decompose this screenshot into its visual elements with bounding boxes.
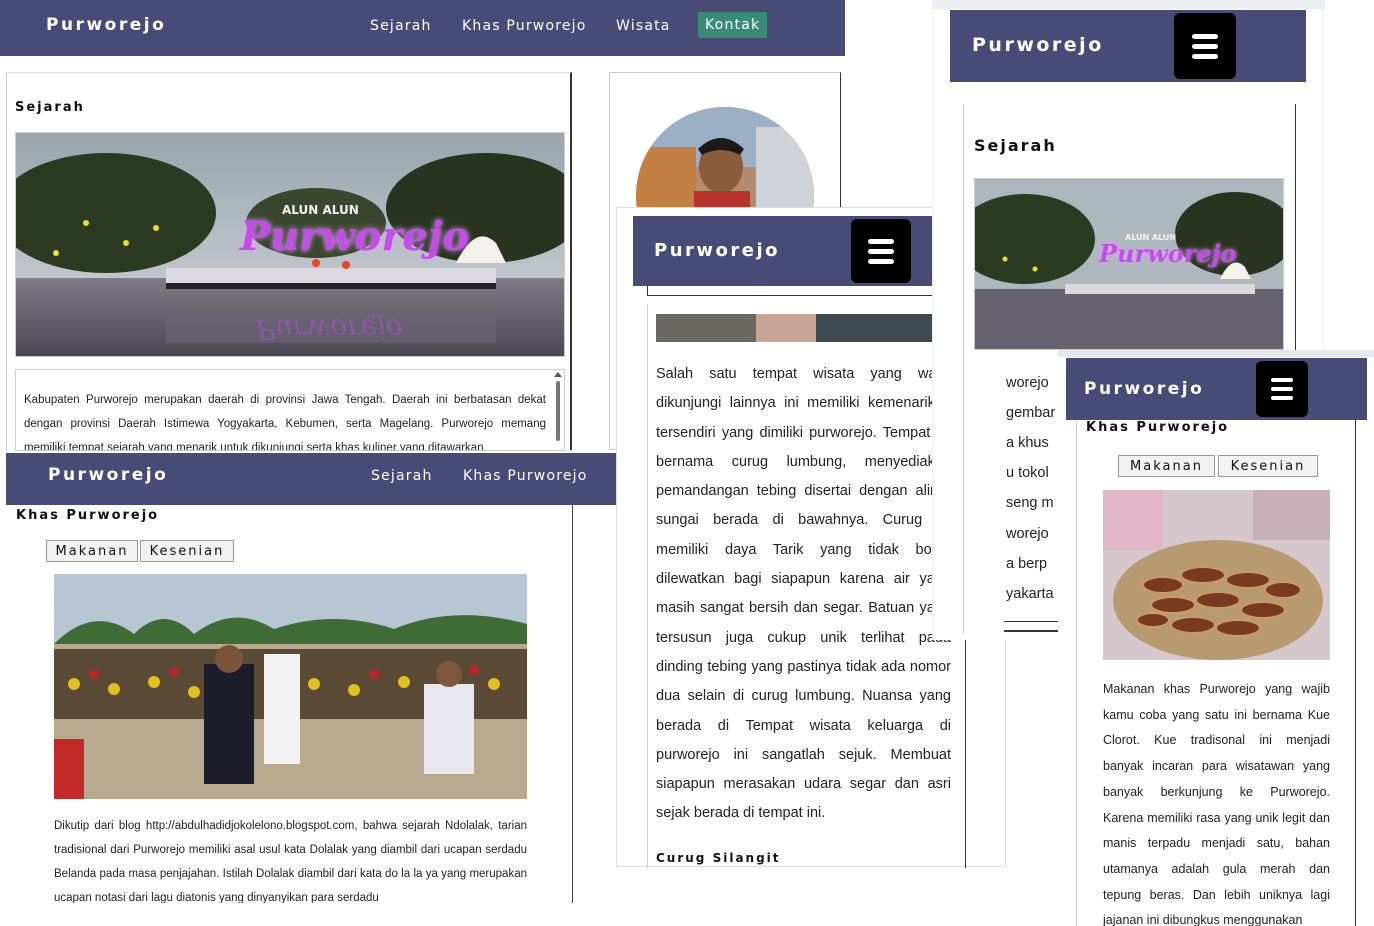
hamburger-menu-icon[interactable] bbox=[1174, 13, 1236, 79]
alun-alun-sign-name: Purworejo bbox=[240, 213, 470, 260]
alun-alun-image: ALUN ALUN Purworejo Purworejo bbox=[15, 132, 565, 357]
partial-line-2: gembar bbox=[1006, 405, 1056, 421]
nav-link-sejarah[interactable]: Sejarah bbox=[370, 18, 432, 34]
screenshot-mobile-makanan: Purworejo Khas Purworejo Makanan Kesenia… bbox=[1058, 350, 1374, 926]
tab-kesenian[interactable]: Kesenian bbox=[140, 540, 234, 562]
card-edge bbox=[647, 286, 966, 296]
section-title-khas: Khas Purworejo bbox=[16, 508, 160, 523]
alun-alun-sign-name: Purworejo bbox=[1099, 239, 1237, 268]
kesenian-paragraph: Dikutip dari blog http://abdulhadidjokol… bbox=[54, 820, 527, 903]
nav-link-khas[interactable]: Khas Purworejo bbox=[462, 18, 587, 34]
sejarah-paragraph: Kabupaten Purworejo merupakan daerah di … bbox=[24, 394, 546, 451]
curug-photo bbox=[656, 314, 951, 342]
makanan-image bbox=[1103, 490, 1330, 660]
divider-line bbox=[1004, 630, 1058, 632]
section-title-sejarah: Sejarah bbox=[15, 100, 85, 115]
brand-logo[interactable]: Purworejo bbox=[46, 15, 166, 35]
partial-line-5: seng m bbox=[1006, 495, 1054, 511]
nav-link-kontak[interactable]: Kontak bbox=[698, 12, 768, 38]
card-border-right bbox=[572, 505, 573, 903]
mobile-navbar: Purworejo bbox=[950, 10, 1306, 82]
makanan-paragraph: Makanan khas Purworejo yang wajib kamu c… bbox=[1103, 682, 1330, 926]
tab-makanan[interactable]: Makanan bbox=[1118, 455, 1215, 477]
partial-line-3: a khus bbox=[1006, 435, 1049, 451]
partial-line-7: a berp bbox=[1006, 556, 1048, 572]
tab-makanan[interactable]: Makanan bbox=[46, 540, 138, 562]
section-title-khas: Khas Purworejo bbox=[1086, 420, 1230, 435]
alun-alun-reflection: Purworejo bbox=[256, 313, 403, 346]
nav-link-sejarah[interactable]: Sejarah bbox=[371, 468, 433, 484]
navbar: Purworejo Sejarah Khas Purworejo Wisata … bbox=[0, 0, 845, 56]
sejarah-card: Sejarah ALUN ALUN Purworejo Purworejo Ka… bbox=[6, 72, 572, 451]
brand-logo[interactable]: Purworejo bbox=[1084, 379, 1204, 399]
mobile-navbar: Purworejo bbox=[633, 216, 978, 286]
nav-link-wisata[interactable]: Wisata bbox=[616, 18, 671, 34]
divider-line bbox=[1004, 621, 1058, 622]
brand-logo[interactable]: Purworejo bbox=[48, 465, 168, 485]
hamburger-menu-icon[interactable] bbox=[851, 219, 911, 283]
kesenian-image bbox=[54, 574, 527, 799]
partial-line-8: yakarta bbox=[1006, 586, 1054, 602]
kue-clorot-photo bbox=[1103, 490, 1330, 660]
sejarah-text-box[interactable]: Kabupaten Purworejo merupakan daerah di … bbox=[15, 369, 565, 451]
makanan-card: Khas Purworejo Makanan Kesenian Makanan … bbox=[1076, 420, 1356, 926]
curug-paragraph: Salah satu tempat wisata yang wajib diku… bbox=[656, 366, 951, 822]
navbar: Purworejo Sejarah Khas Purworejo bbox=[6, 453, 616, 505]
partial-line-1: worejo bbox=[1006, 375, 1049, 391]
hamburger-menu-icon[interactable] bbox=[1256, 361, 1308, 417]
partial-line-6: worejo bbox=[1006, 526, 1049, 542]
brand-logo[interactable]: Purworejo bbox=[654, 240, 780, 261]
section-title-sejarah: Sejarah bbox=[974, 136, 1057, 155]
ndolalak-dance-photo bbox=[54, 574, 527, 799]
top-strip bbox=[1058, 350, 1374, 357]
mobile-navbar: Purworejo bbox=[1066, 358, 1367, 420]
section-title-curug: Curug Silangit bbox=[656, 851, 781, 865]
brand-logo[interactable]: Purworejo bbox=[972, 34, 1104, 56]
curug-card: Salah satu tempat wisata yang wajib diku… bbox=[647, 304, 966, 868]
screenshot-desktop-kesenian: Purworejo Sejarah Khas Purworejo Khas Pu… bbox=[6, 453, 616, 903]
nav-link-khas[interactable]: Khas Purworejo bbox=[463, 468, 588, 484]
scrollbar[interactable] bbox=[554, 372, 562, 450]
tab-kesenian[interactable]: Kesenian bbox=[1218, 455, 1318, 477]
top-strip bbox=[933, 0, 1325, 9]
partial-text-column: worejo gembar a khus u tokol seng m wore… bbox=[1004, 370, 1058, 635]
curug-image bbox=[656, 314, 951, 342]
partial-line-4: u tokol bbox=[1006, 465, 1049, 481]
alun-alun-image: ALUN ALUN Purworejo bbox=[974, 178, 1284, 350]
